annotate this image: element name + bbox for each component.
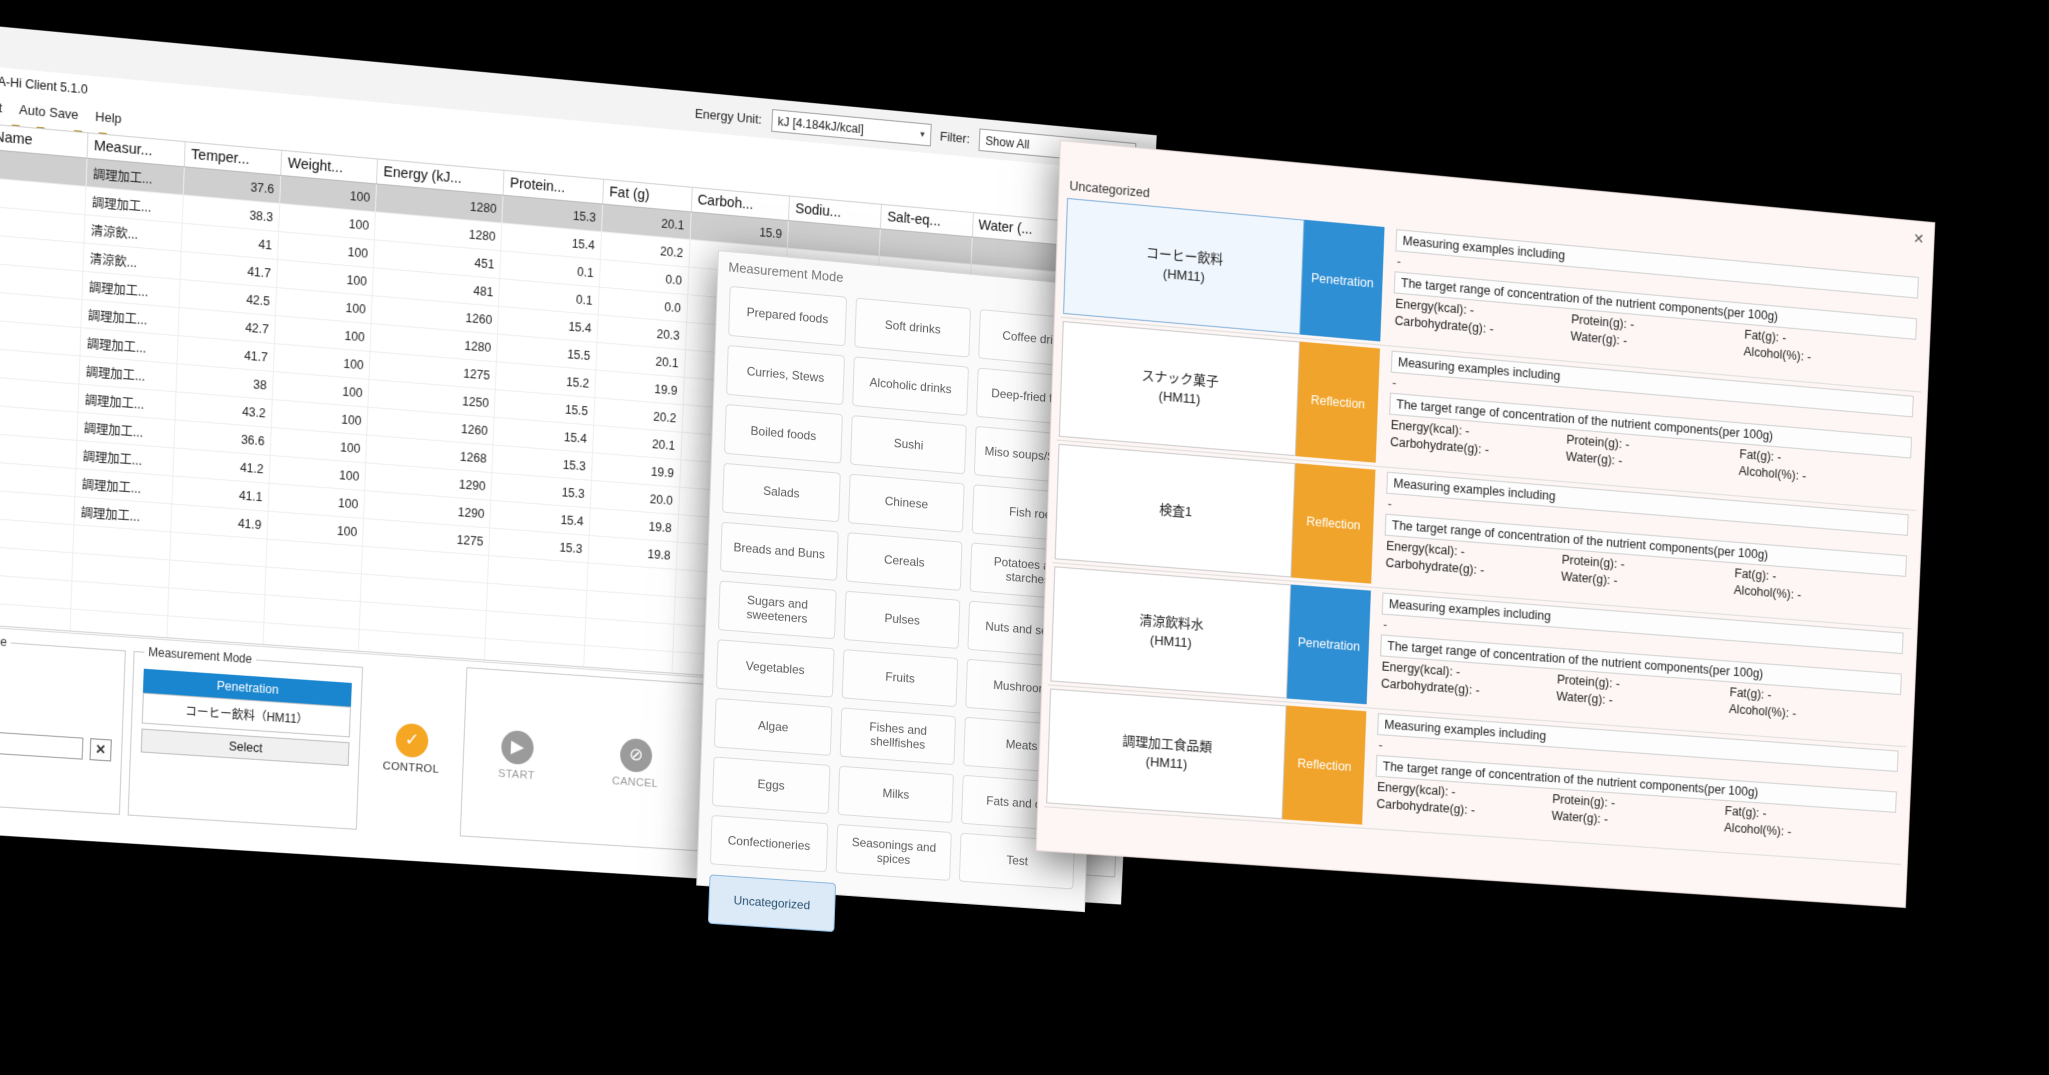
catalog-card-list[interactable]: コーヒー飲料 (HM11) Penetration Measuring example… [1042,194,1927,907]
mode-badge: Penetration [1286,584,1371,705]
cancel-icon: ⊘ [619,737,653,773]
category-button[interactable]: Chinese [847,473,965,533]
control-button-group[interactable]: ✓ CONTROL [364,661,458,836]
mode-badge: Reflection [1291,463,1376,584]
clear-sample-name-button[interactable]: ✕ [89,737,112,761]
filter-label: Filter: [939,128,971,147]
category-button[interactable]: Pulses [843,590,961,650]
category-button[interactable]: Milks [837,765,955,824]
category-button[interactable]: Sushi [849,414,968,475]
play-icon: ▶ [500,729,535,765]
category-button[interactable]: Prepared foods [728,285,847,347]
sample-name-row: No name ✕ [0,726,112,761]
category-uncategorized[interactable]: Uncategorized [707,874,836,933]
catalog-item-name[interactable]: スナック菓子 (HM11) [1058,321,1300,457]
item-code-text: (HM11) [1158,388,1201,407]
energy-unit-label: Energy Unit: [694,105,763,127]
cancel-button[interactable]: ⊘ CANCEL [592,735,680,790]
start-button[interactable]: ▶ START [473,727,562,783]
category-button[interactable]: Fishes and shellfishes [839,707,957,766]
category-button[interactable]: Algae [713,697,833,756]
energy-unit-value: kJ [4.184kJ/kcal] [777,114,864,136]
desktop-background: – ❐ ✕ JWP CA-Hi Client 5.1.0 File Edit A… [0,0,2049,1075]
control-label: CONTROL [382,759,440,776]
mode-badge: Reflection [1282,705,1367,825]
menu-help[interactable]: Help [90,107,127,127]
category-button[interactable]: Eggs [711,756,831,815]
category-button[interactable]: Boiled foods [724,403,843,464]
item-name-text: 清涼飲料水 [1139,612,1204,633]
category-button[interactable]: Curries, Stews [726,344,845,406]
catalog-item-name[interactable]: コーヒー飲料 (HM11) [1063,197,1305,335]
item-code-text: (HM11) [1149,632,1193,651]
cancel-label: CANCEL [611,774,659,790]
category-button[interactable]: Soft drinks [853,297,972,358]
category-button[interactable]: Breads and Buns [719,521,839,581]
mode-badge: Penetration [1300,219,1385,342]
menu-edit[interactable]: Edit [0,96,8,116]
app-title: JWP CA-Hi Client 5.1.0 [0,71,88,97]
category-button[interactable]: Sugars and sweeteners [717,580,837,640]
filter-value: Show All [985,133,1030,152]
measurement-mode-group: Measurement Mode Penetration コーヒー飲料（HM11… [127,643,364,830]
catalog-window: ✕ Uncategorized コーヒー飲料 (HM11) Penetration M… [1035,140,1936,909]
catalog-item-name[interactable]: 調理加工食品類 (HM11) [1046,688,1287,820]
catalog-item-name[interactable]: 検査1 [1054,443,1296,578]
category-button[interactable]: Seasonings and spices [835,823,953,881]
category-button[interactable]: Confectioneries [709,814,829,873]
item-code-text: (HM11) [1145,753,1188,772]
item-code-text: (HM11) [1162,265,1206,285]
category-button[interactable]: Fruits [841,649,959,708]
sample-name-group: Sample Name No name ✕ [0,628,127,815]
category-button[interactable]: Salads [721,462,841,523]
category-button[interactable]: Alcoholic drinks [851,356,970,417]
catalog-item-name[interactable]: 清涼飲料水 (HM11) [1050,566,1292,699]
start-label: START [497,767,535,782]
chevron-down-icon: ▼ [918,129,927,140]
sample-name-input[interactable]: No name [0,726,84,760]
category-button[interactable]: Cereals [845,532,963,591]
mode-badge: Reflection [1295,341,1381,463]
catalog-close-icon[interactable]: ✕ [1913,230,1925,248]
measurement-mode-legend: Measurement Mode [148,645,253,667]
control-check-icon: ✓ [395,722,429,758]
sample-name-legend: Sample Name [0,630,8,650]
item-name-text: 検査1 [1158,501,1193,519]
category-button[interactable]: Vegetables [715,639,835,698]
